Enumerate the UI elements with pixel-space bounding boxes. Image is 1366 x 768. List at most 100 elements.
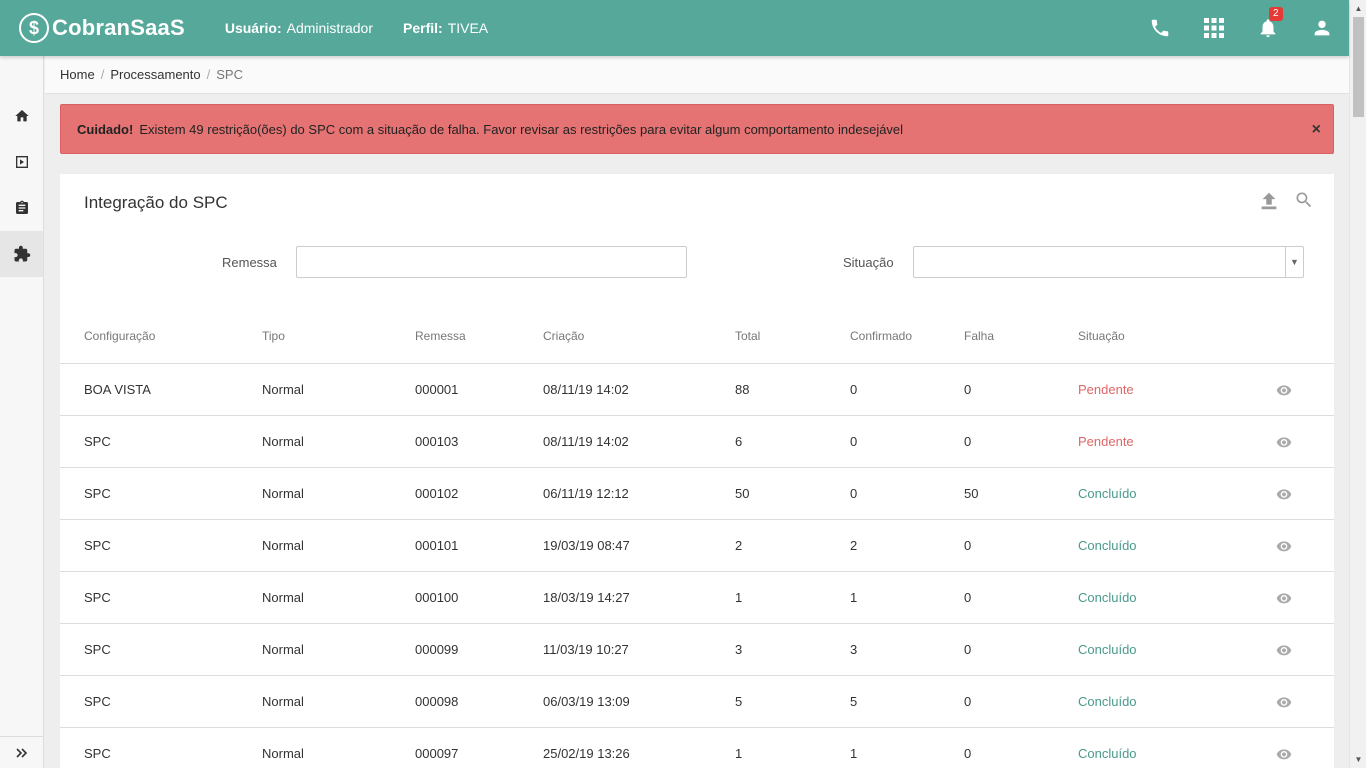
clipboard-icon [15,200,28,214]
cell-falha: 50 [964,486,979,501]
situacao-select[interactable]: ▼ [913,246,1304,278]
user-label: Usuário: [224,20,282,36]
table-row[interactable]: BOA VISTA Normal 000001 08/11/19 14:02 8… [60,364,1334,416]
cell-criacao: 19/03/19 08:47 [543,538,630,553]
cell-total: 88 [735,382,750,397]
cell-confirmado: 1 [850,590,858,605]
top-bar: $ CobranSaaS Usuário: Administrador Perfi… [0,0,1349,56]
apps-button[interactable] [1187,0,1241,56]
cell-situacao: Concluído [1078,642,1137,657]
cell-falha: 0 [964,746,972,761]
cell-situacao: Concluído [1078,694,1137,709]
cell-remessa: 000097 [415,746,459,761]
cell-falha: 0 [964,382,972,397]
cell-confirmado: 0 [850,434,858,449]
upload-button[interactable] [1258,190,1280,217]
table-header: Configuração Tipo Remessa Criação Total … [60,314,1334,364]
page-title: Integração do SPC [84,193,228,212]
cell-tipo: Normal [262,590,304,605]
cell-falha: 0 [964,642,972,657]
alert-close-button[interactable]: × [1312,121,1321,139]
top-actions: 2 [1133,0,1349,56]
upload-icon [1261,192,1277,210]
cell-total: 6 [735,434,743,449]
eye-icon [1276,697,1292,708]
brand-logo[interactable]: $ CobranSaaS [19,13,185,43]
view-button[interactable] [1276,382,1292,403]
cell-confirmado: 0 [850,486,858,501]
column-header-remessa[interactable]: Remessa [415,329,466,343]
cell-tipo: Normal [262,694,304,709]
column-header-confirmado[interactable]: Confirmado [850,329,912,343]
chevron-down-icon[interactable]: ▼ [1285,247,1303,277]
sidebar-item-reports[interactable] [0,185,43,231]
cell-total: 1 [735,590,743,605]
cell-total: 5 [735,694,743,709]
cell-configuracao: SPC [84,486,111,501]
notifications-button[interactable]: 2 [1241,0,1295,56]
column-header-tipo[interactable]: Tipo [262,329,285,343]
cell-criacao: 06/03/19 13:09 [543,694,630,709]
cell-confirmado: 3 [850,642,858,657]
cell-confirmado: 2 [850,538,858,553]
cell-criacao: 25/02/19 13:26 [543,746,630,761]
table-row[interactable]: SPC Normal 000100 18/03/19 14:27 1 1 0 C… [60,572,1334,624]
scroll-up-icon[interactable]: ▲ [1350,0,1366,17]
cell-criacao: 06/11/19 12:12 [543,486,629,501]
view-button[interactable] [1276,590,1292,611]
breadcrumb-separator: / [100,67,105,82]
view-button[interactable] [1276,434,1292,455]
remessa-input[interactable] [296,246,687,278]
table-row[interactable]: SPC Normal 000099 11/03/19 10:27 3 3 0 C… [60,624,1334,676]
breadcrumb: Home / Processamento / SPC [45,56,1349,94]
apps-grid-icon [1204,18,1224,38]
cell-configuracao: SPC [84,694,111,709]
cell-situacao: Concluído [1078,590,1137,605]
cell-configuracao: SPC [84,434,111,449]
table-row[interactable]: SPC Normal 000098 06/03/19 13:09 5 5 0 C… [60,676,1334,728]
page-scrollbar[interactable]: ▲ ▼ [1349,0,1366,768]
eye-icon [1276,489,1292,500]
cell-situacao: Pendente [1078,434,1134,449]
sidebar-item-integrations[interactable] [0,231,43,277]
column-header-criacao[interactable]: Criação [543,329,584,343]
sidebar-expand-button[interactable] [0,736,44,768]
card-actions [1258,190,1314,217]
table-row[interactable]: SPC Normal 000097 25/02/19 13:26 1 1 0 C… [60,728,1334,768]
cell-tipo: Normal [262,434,304,449]
eye-icon [1276,645,1292,656]
alert-title: Cuidado! [77,121,134,137]
phone-button[interactable] [1133,0,1187,56]
view-button[interactable] [1276,538,1292,559]
cell-tipo: Normal [262,382,304,397]
user-field: Usuário: Administrador [225,20,373,36]
cell-total: 2 [735,538,743,553]
sidebar-item-media[interactable] [0,139,43,185]
search-button[interactable] [1294,190,1314,217]
column-header-total[interactable]: Total [735,329,760,343]
table-row[interactable]: SPC Normal 000102 06/11/19 12:12 50 0 50… [60,468,1334,520]
view-button[interactable] [1276,694,1292,715]
table-row[interactable]: SPC Normal 000103 08/11/19 14:02 6 0 0 P… [60,416,1334,468]
column-header-configuracao[interactable]: Configuração [84,329,155,343]
remessa-label: Remessa [222,255,277,270]
view-button[interactable] [1276,486,1292,507]
cell-remessa: 000098 [415,694,459,709]
breadcrumb-home[interactable]: Home [60,67,95,82]
view-button[interactable] [1276,642,1292,663]
cell-total: 50 [735,486,750,501]
column-header-falha[interactable]: Falha [964,329,994,343]
breadcrumb-current: SPC [216,67,243,82]
scroll-down-icon[interactable]: ▼ [1350,751,1366,768]
warning-alert: Cuidado! Existem 49 restrição(ões) do SP… [60,104,1334,154]
sidebar-item-home[interactable] [0,93,43,139]
table-row[interactable]: SPC Normal 000101 19/03/19 08:47 2 2 0 C… [60,520,1334,572]
alert-message: Existem 49 restrição(ões) do SPC com a s… [139,121,904,137]
view-button[interactable] [1276,746,1292,767]
profile-label: Perfil: [403,20,443,36]
breadcrumb-processamento[interactable]: Processamento [110,67,200,82]
user-menu-button[interactable] [1295,0,1349,56]
cell-confirmado: 5 [850,694,858,709]
column-header-situacao[interactable]: Situação [1078,329,1125,343]
scroll-thumb[interactable] [1353,17,1364,117]
